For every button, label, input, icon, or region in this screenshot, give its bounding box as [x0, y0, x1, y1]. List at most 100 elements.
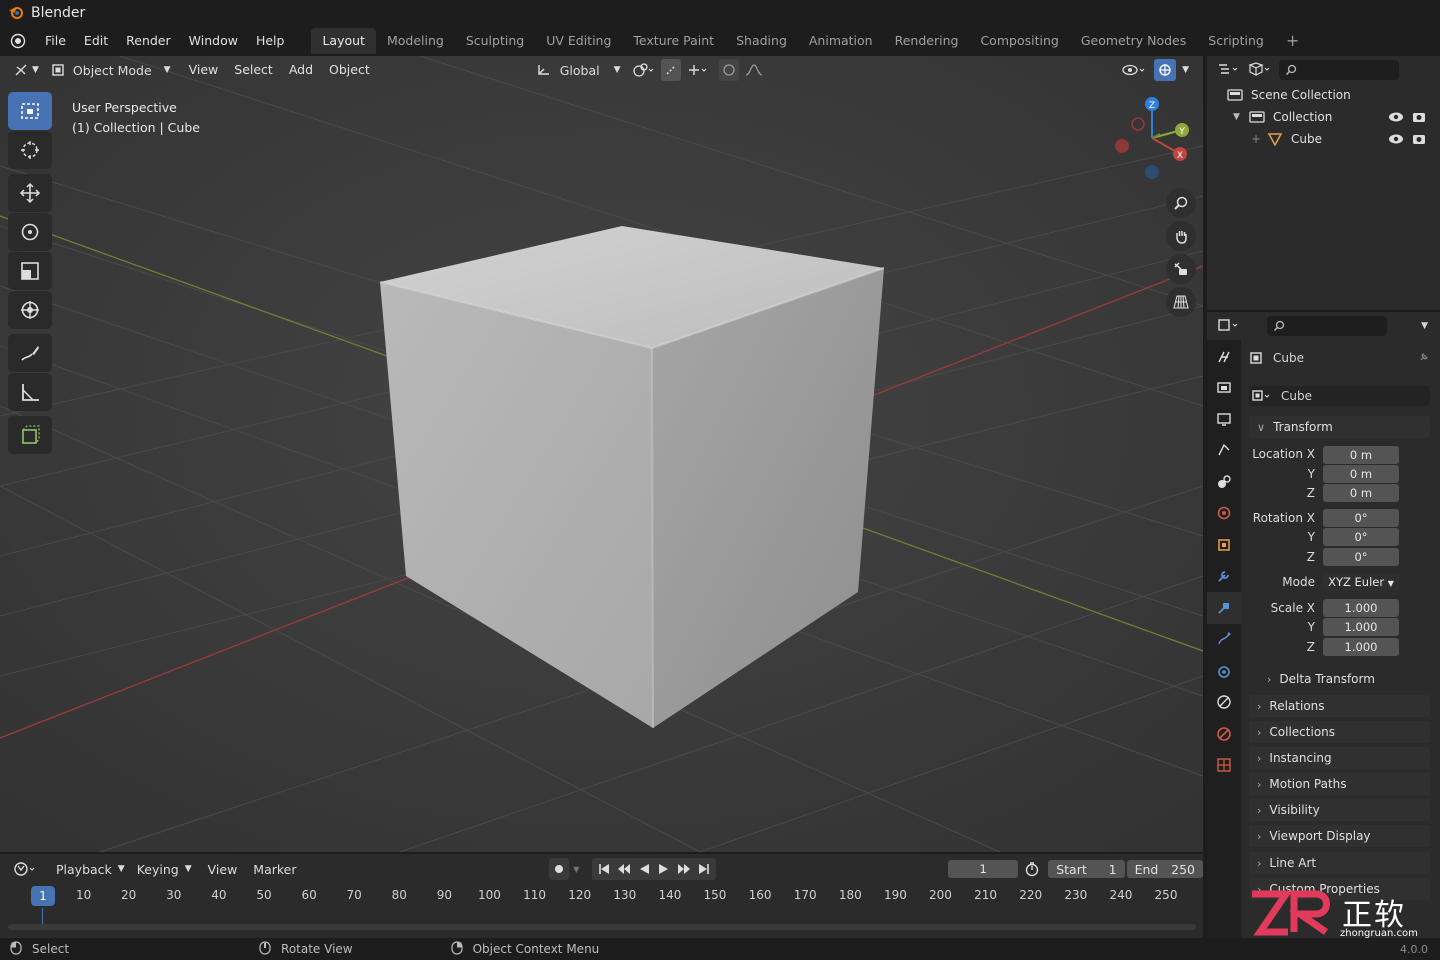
viewport-menu-add[interactable]: Add	[281, 56, 321, 84]
transform-panel-header[interactable]: ∨ Transform	[1249, 416, 1430, 438]
3d-viewport[interactable]: ▼ Object Mode ▼ View Select Add Object G…	[0, 56, 1203, 852]
location-x-field[interactable]: 0 m	[1323, 446, 1399, 464]
location-z-field[interactable]: 0 m	[1323, 484, 1399, 502]
transform-tool[interactable]	[8, 291, 52, 329]
visibility-panel-header[interactable]: › Visibility	[1249, 799, 1430, 821]
outliner-search-input[interactable]	[1279, 60, 1399, 80]
rotation-z-field[interactable]: 0°	[1323, 548, 1399, 566]
timeline-marker-menu[interactable]: Marker	[247, 858, 302, 880]
scene-tab-icon[interactable]	[1207, 466, 1241, 498]
viewport-menu-view[interactable]: View	[181, 56, 227, 84]
rotate-tool[interactable]	[8, 213, 52, 251]
tab-compositing[interactable]: Compositing	[969, 28, 1069, 54]
menu-help[interactable]: Help	[247, 26, 294, 56]
neg-x-gizmo-icon[interactable]	[1115, 139, 1129, 153]
output-tab-icon[interactable]	[1207, 403, 1241, 435]
move-tool[interactable]	[8, 174, 52, 212]
select-box-tool[interactable]	[8, 92, 52, 130]
timeline-scrollbar[interactable]	[8, 924, 1196, 930]
view-layer-tab-icon[interactable]	[1207, 435, 1241, 467]
zoom-view-icon[interactable]	[1166, 188, 1196, 218]
delta-transform-subpanel[interactable]: › Delta Transform	[1259, 668, 1430, 690]
end-frame-field[interactable]: End 250	[1126, 860, 1203, 878]
tab-rendering[interactable]: Rendering	[884, 28, 970, 54]
perspective-toggle-icon[interactable]	[1166, 287, 1196, 317]
chevron-down-icon[interactable]: ▼	[569, 865, 585, 874]
keying-menu[interactable]: Keying ▼	[131, 858, 198, 880]
chevron-down-icon[interactable]: ▼	[1176, 59, 1195, 81]
tab-shading[interactable]: Shading	[725, 28, 798, 54]
scale-x-field[interactable]: 1.000	[1323, 599, 1399, 617]
tab-scripting[interactable]: Scripting	[1197, 28, 1275, 54]
texture-tab-icon[interactable]	[1207, 750, 1241, 782]
pan-view-icon[interactable]	[1166, 221, 1196, 251]
jump-start-icon[interactable]	[594, 859, 614, 879]
viewport-menu-object[interactable]: Object	[321, 56, 378, 84]
tab-uv-editing[interactable]: UV Editing	[535, 28, 622, 54]
modifier-tab-icon[interactable]	[1207, 561, 1241, 593]
auto-keying-toggle-icon[interactable]	[548, 858, 569, 880]
camera-view-icon[interactable]	[1166, 254, 1196, 284]
instancing-panel-header[interactable]: › Instancing	[1249, 747, 1430, 769]
menu-window[interactable]: Window	[180, 26, 247, 56]
start-frame-field[interactable]: Start 1	[1048, 860, 1125, 878]
scale-tool[interactable]	[8, 252, 52, 290]
proportional-edit-icon[interactable]	[718, 59, 739, 81]
stopwatch-icon[interactable]	[1018, 858, 1046, 880]
properties-editor-icon[interactable]	[1217, 318, 1241, 335]
navigation-gizmo[interactable]: Z Y X	[1108, 94, 1196, 184]
tab-texture-paint[interactable]: Texture Paint	[622, 28, 725, 54]
snap-toggle-icon[interactable]	[660, 59, 681, 81]
viewport-menu-select[interactable]: Select	[226, 56, 281, 84]
chevron-down-icon[interactable]: ▼	[1421, 321, 1428, 331]
blender-menu-icon[interactable]	[0, 33, 36, 49]
particles-tab-icon[interactable]	[1207, 624, 1241, 656]
editor-type-icon[interactable]: ▼	[8, 59, 45, 81]
collections-panel-header[interactable]: › Collections	[1249, 721, 1430, 743]
jump-keyframe-back-icon[interactable]	[614, 859, 634, 879]
tab-sculpting[interactable]: Sculpting	[455, 28, 535, 54]
outliner-row-scene-collection[interactable]: Scene Collection	[1207, 84, 1440, 106]
world-tab-icon[interactable]	[1207, 498, 1241, 530]
measure-tool[interactable]	[8, 373, 52, 411]
tab-modeling[interactable]: Modeling	[376, 28, 455, 54]
frame-ruler[interactable]: 1 10 20 30 40 50 60 70 80 90 100 110 120 130 140 150 16…	[0, 884, 1203, 908]
motion-paths-panel-header[interactable]: › Motion Paths	[1249, 773, 1430, 795]
location-y-field[interactable]: 0 m	[1323, 465, 1399, 483]
menu-render[interactable]: Render	[117, 26, 180, 56]
menu-edit[interactable]: Edit	[75, 26, 117, 56]
relations-panel-header[interactable]: › Relations	[1249, 695, 1430, 717]
play-reverse-icon[interactable]	[634, 859, 654, 879]
render-tab-icon[interactable]	[1207, 372, 1241, 404]
tool-tab-icon[interactable]	[1207, 340, 1241, 372]
jump-end-icon[interactable]	[694, 859, 714, 879]
scale-z-field[interactable]: 1.000	[1323, 638, 1399, 656]
outliner-editor-icon[interactable]	[1217, 62, 1241, 79]
expand-arrow-icon[interactable]: ▼	[1233, 112, 1249, 122]
neg-z-gizmo-icon[interactable]	[1145, 165, 1159, 179]
tab-animation[interactable]: Animation	[798, 28, 884, 54]
mode-selector[interactable]: Object Mode ▼	[45, 59, 177, 81]
line-art-panel-header[interactable]: › Line Art	[1249, 852, 1430, 874]
rotation-y-field[interactable]: 0°	[1323, 528, 1399, 546]
tab-layout[interactable]: Layout	[311, 28, 376, 54]
pin-icon[interactable]	[1418, 351, 1430, 366]
camera-icon[interactable]	[1412, 132, 1426, 149]
falloff-icon[interactable]	[739, 59, 775, 81]
rotation-x-field[interactable]: 0°	[1323, 509, 1399, 527]
object-datablock-field[interactable]: Cube	[1249, 386, 1430, 406]
timeline-view-menu[interactable]: View	[202, 858, 244, 880]
eye-icon[interactable]	[1388, 110, 1404, 127]
add-workspace-icon[interactable]: +	[1275, 28, 1310, 54]
rotation-mode-select[interactable]: XYZ Euler ▼	[1323, 573, 1399, 591]
viewport-display-panel-header[interactable]: › Viewport Display	[1249, 825, 1430, 847]
snap-target-icon[interactable]	[681, 59, 715, 81]
pivot-point-icon[interactable]	[627, 59, 661, 81]
play-icon[interactable]	[654, 859, 674, 879]
data-tab-icon[interactable]	[1207, 718, 1241, 750]
gizmo-toggle-icon[interactable]	[1154, 59, 1177, 81]
camera-icon[interactable]	[1412, 110, 1426, 127]
physics-tab-icon[interactable]	[1207, 655, 1241, 687]
object-tab-icon[interactable]	[1207, 592, 1241, 624]
outliner-row-cube[interactable]: + Cube	[1207, 128, 1440, 150]
